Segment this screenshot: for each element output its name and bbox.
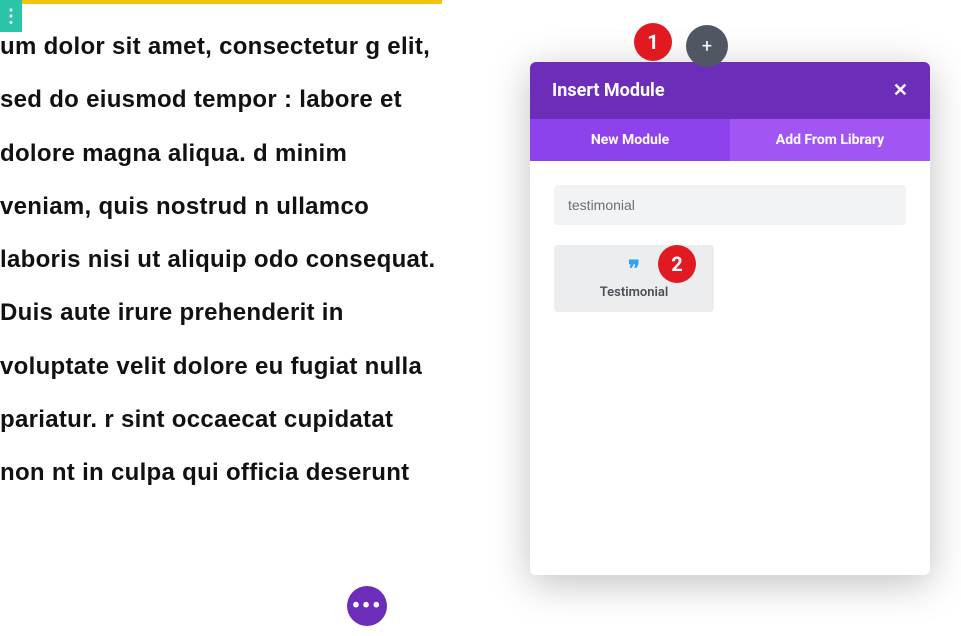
modal-tabs: New Module Add From Library: [530, 119, 930, 161]
annotation-badge-1: 1: [634, 23, 672, 61]
tab-add-from-library[interactable]: Add From Library: [730, 119, 930, 161]
lorem-body-text: um dolor sit amet, consectetur g elit, s…: [0, 20, 440, 499]
add-module-trigger[interactable]: +: [686, 25, 728, 67]
tab-new-module[interactable]: New Module: [530, 119, 730, 161]
module-item-label: Testimonial: [562, 285, 706, 300]
module-search-input[interactable]: [554, 185, 906, 225]
modal-title: Insert Module: [552, 80, 665, 101]
plus-icon: +: [686, 25, 728, 67]
modal-body: ❞ Testimonial: [530, 161, 930, 575]
section-top-border: [22, 0, 442, 4]
builder-settings-fab[interactable]: •••: [347, 586, 387, 626]
modal-header: Insert Module ✕: [530, 62, 930, 119]
annotation-badge-2: 2: [658, 245, 696, 283]
section-drag-handle[interactable]: [0, 0, 22, 32]
insert-module-modal: Insert Module ✕ New Module Add From Libr…: [530, 62, 930, 575]
close-icon[interactable]: ✕: [893, 80, 908, 101]
